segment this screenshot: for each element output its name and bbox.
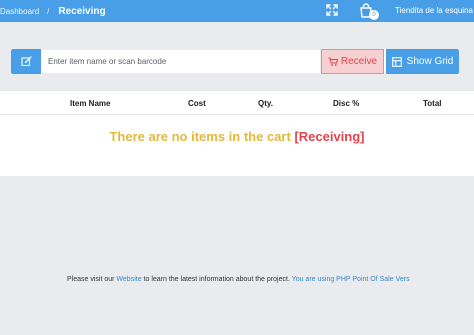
website-link[interactable]: Website [116,276,141,283]
show-grid-button[interactable]: Show Grid [386,49,459,74]
column-total: Total [423,99,442,108]
footer-middle: to learn the latest information about th… [141,276,292,283]
store-name[interactable]: Tiendita de la esquina [395,0,473,22]
item-search-input[interactable] [41,49,321,74]
column-item-name: Item Name [70,99,111,108]
breadcrumb-separator: / [47,6,50,16]
breadcrumb-dashboard-link[interactable]: Dashboard [0,7,39,16]
column-cost: Cost [188,99,206,108]
cart-table-header: Item Name Cost Qty. Disc % Total [0,90,474,115]
empty-cart-mode: [Receiving] [294,129,365,144]
receive-label: Receive [340,56,378,67]
footer: Please visit our Website to learn the la… [67,276,410,283]
receipt-edge [0,156,474,176]
empty-cart-text: There are no items in the cart [109,129,291,144]
receive-button[interactable]: Receive [321,49,384,74]
top-bar: Dashboard / Receiving 0 Tiendita de la e… [0,0,474,22]
edit-button[interactable] [11,49,41,74]
column-qty: Qty. [258,99,273,108]
grid-icon [391,56,402,67]
empty-cart-message: There are no items in the cart [Receivin… [0,129,474,144]
page-title: Receiving [58,5,106,17]
fullscreen-icon[interactable] [325,3,339,17]
version-text: You are using PHP Point Of Sale Vers [291,276,410,283]
cart-count-badge: 0 [369,10,379,20]
show-grid-label: Show Grid [406,56,454,67]
footer-prefix: Please visit our [67,276,117,283]
edit-icon [20,56,32,67]
breadcrumb: Dashboard / Receiving [0,0,106,22]
cart-icon [328,57,338,66]
column-discount: Disc % [333,99,360,108]
